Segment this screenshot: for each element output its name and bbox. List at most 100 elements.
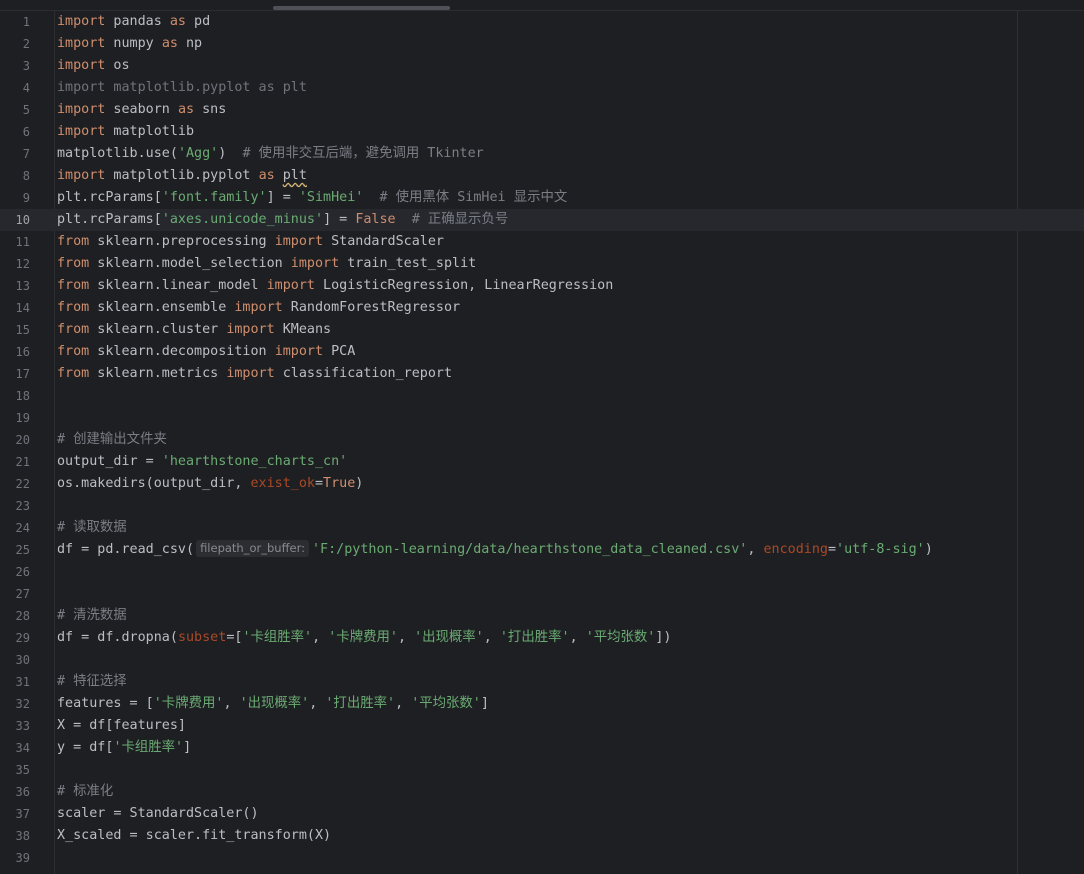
line-number[interactable]: 29 (0, 627, 30, 649)
code-text[interactable]: X = df[features] (57, 715, 186, 737)
line-number[interactable]: 25 (0, 539, 30, 561)
line-number[interactable]: 18 (0, 385, 30, 407)
code-text[interactable]: # 标准化 (57, 781, 113, 803)
line-number[interactable]: 4 (0, 77, 30, 99)
code-text[interactable]: from sklearn.decomposition import PCA (57, 341, 355, 363)
code-line[interactable]: 38 X_scaled = scaler.fit_transform(X) (0, 825, 1084, 847)
code-text[interactable]: df = pd.read_csv(filepath_or_buffer: 'F:/… (57, 539, 933, 561)
code-line[interactable]: 5 import seaborn as sns (0, 99, 1084, 121)
line-number[interactable]: 8 (0, 165, 30, 187)
code-line[interactable]: 7 matplotlib.use('Agg') # 使用非交互后端，避免调用 Tk… (0, 143, 1084, 165)
line-number[interactable]: 1 (0, 11, 30, 33)
line-number[interactable]: 39 (0, 847, 30, 869)
line-number[interactable]: 3 (0, 55, 30, 77)
code-line[interactable]: 31 # 特征选择 (0, 671, 1084, 693)
line-number[interactable]: 36 (0, 781, 30, 803)
code-text[interactable]: from sklearn.linear_model import Logisti… (57, 275, 613, 297)
code-line[interactable]: 18 (0, 385, 1084, 407)
line-number[interactable]: 24 (0, 517, 30, 539)
code-line[interactable]: 6 import matplotlib (0, 121, 1084, 143)
line-number[interactable]: 12 (0, 253, 30, 275)
line-number[interactable]: 22 (0, 473, 30, 495)
code-text[interactable]: import os (57, 55, 130, 77)
line-number[interactable]: 37 (0, 803, 30, 825)
code-line[interactable]: 14 from sklearn.ensemble import RandomFor… (0, 297, 1084, 319)
code-line[interactable]: 16 from sklearn.decomposition import PCA (0, 341, 1084, 363)
line-number[interactable]: 9 (0, 187, 30, 209)
code-line[interactable]: 29 df = df.dropna(subset=['卡组胜率', '卡牌费用',… (0, 627, 1084, 649)
code-text[interactable]: # 特征选择 (57, 671, 127, 693)
code-line[interactable]: 17 from sklearn.metrics import classifica… (0, 363, 1084, 385)
code-text[interactable]: from sklearn.preprocessing import Standa… (57, 231, 444, 253)
code-text[interactable]: from sklearn.cluster import KMeans (57, 319, 331, 341)
line-number[interactable]: 6 (0, 121, 30, 143)
code-line[interactable]: 10 plt.rcParams['axes.unicode_minus'] = F… (0, 209, 1084, 231)
code-line[interactable]: 2 import numpy as np (0, 33, 1084, 55)
code-text[interactable]: import matplotlib.pyplot as plt (57, 77, 307, 99)
line-number[interactable]: 30 (0, 649, 30, 671)
code-line[interactable]: 34 y = df['卡组胜率'] (0, 737, 1084, 759)
code-line[interactable]: 27 (0, 583, 1084, 605)
code-line[interactable]: 39 (0, 847, 1084, 869)
code-text[interactable]: X_scaled = scaler.fit_transform(X) (57, 825, 331, 847)
code-line[interactable]: 24 # 读取数据 (0, 517, 1084, 539)
line-number[interactable]: 7 (0, 143, 30, 165)
line-number[interactable]: 34 (0, 737, 30, 759)
code-text[interactable]: os.makedirs(output_dir, exist_ok=True) (57, 473, 363, 495)
line-number[interactable]: 16 (0, 341, 30, 363)
line-number[interactable]: 17 (0, 363, 30, 385)
line-number[interactable]: 28 (0, 605, 30, 627)
code-text[interactable]: # 读取数据 (57, 517, 127, 539)
code-line[interactable]: 37 scaler = StandardScaler() (0, 803, 1084, 825)
code-text[interactable]: # 清洗数据 (57, 605, 127, 627)
code-line[interactable]: 9 plt.rcParams['font.family'] = 'SimHei' … (0, 187, 1084, 209)
code-text[interactable]: df = df.dropna(subset=['卡组胜率', '卡牌费用', '… (57, 627, 672, 649)
code-line[interactable]: 19 (0, 407, 1084, 429)
line-number[interactable]: 32 (0, 693, 30, 715)
code-line[interactable]: 35 (0, 759, 1084, 781)
code-line[interactable]: 12 from sklearn.model_selection import tr… (0, 253, 1084, 275)
code-text[interactable]: import numpy as np (57, 33, 202, 55)
code-text[interactable]: import seaborn as sns (57, 99, 226, 121)
line-number[interactable]: 20 (0, 429, 30, 451)
code-text[interactable]: import pandas as pd (57, 11, 210, 33)
line-number[interactable]: 33 (0, 715, 30, 737)
code-line[interactable]: 36 # 标准化 (0, 781, 1084, 803)
code-line[interactable]: 30 (0, 649, 1084, 671)
line-number[interactable]: 15 (0, 319, 30, 341)
horizontal-scrollbar-thumb[interactable] (273, 6, 450, 10)
line-number[interactable]: 19 (0, 407, 30, 429)
code-text[interactable]: from sklearn.model_selection import trai… (57, 253, 476, 275)
code-line[interactable]: 13 from sklearn.linear_model import Logis… (0, 275, 1084, 297)
code-line[interactable]: 11 from sklearn.preprocessing import Stan… (0, 231, 1084, 253)
code-line[interactable]: 25 df = pd.read_csv(filepath_or_buffer: 'F… (0, 539, 1084, 561)
code-text[interactable]: features = ['卡牌费用', '出现概率', '打出胜率', '平均张… (57, 693, 489, 715)
code-text[interactable]: plt.rcParams['axes.unicode_minus'] = Fal… (57, 209, 508, 231)
code-line[interactable]: 20 # 创建输出文件夹 (0, 429, 1084, 451)
line-number[interactable]: 2 (0, 33, 30, 55)
line-number[interactable]: 26 (0, 561, 30, 583)
line-number[interactable]: 13 (0, 275, 30, 297)
code-text[interactable]: plt.rcParams['font.family'] = 'SimHei' #… (57, 187, 567, 209)
code-line[interactable]: 4 import matplotlib.pyplot as plt (0, 77, 1084, 99)
code-line[interactable]: 33 X = df[features] (0, 715, 1084, 737)
code-text[interactable]: matplotlib.use('Agg') # 使用非交互后端，避免调用 Tki… (57, 143, 484, 165)
line-number[interactable]: 23 (0, 495, 30, 517)
code-text[interactable]: y = df['卡组胜率'] (57, 737, 191, 759)
code-line[interactable]: 23 (0, 495, 1084, 517)
line-number[interactable]: 31 (0, 671, 30, 693)
line-number[interactable]: 35 (0, 759, 30, 781)
code-line[interactable]: 22 os.makedirs(output_dir, exist_ok=True) (0, 473, 1084, 495)
code-text[interactable]: from sklearn.ensemble import RandomFores… (57, 297, 460, 319)
code-line[interactable]: 1 import pandas as pd (0, 11, 1084, 33)
code-line[interactable]: 32 features = ['卡牌费用', '出现概率', '打出胜率', '平… (0, 693, 1084, 715)
code-line[interactable]: 15 from sklearn.cluster import KMeans (0, 319, 1084, 341)
line-number[interactable]: 38 (0, 825, 30, 847)
code-text[interactable]: from sklearn.metrics import classificati… (57, 363, 452, 385)
code-line[interactable]: 3 import os (0, 55, 1084, 77)
line-number[interactable]: 27 (0, 583, 30, 605)
code-text[interactable]: output_dir = 'hearthstone_charts_cn' (57, 451, 347, 473)
code-text[interactable]: scaler = StandardScaler() (57, 803, 259, 825)
code-line[interactable]: 26 (0, 561, 1084, 583)
code-line[interactable]: 21 output_dir = 'hearthstone_charts_cn' (0, 451, 1084, 473)
